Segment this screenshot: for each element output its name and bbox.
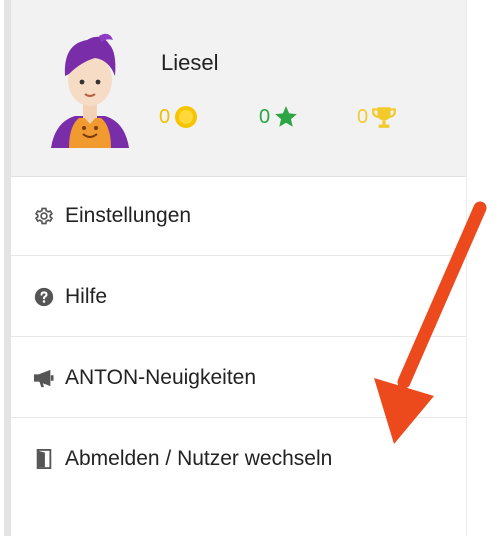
star-icon <box>275 106 297 127</box>
user-name: Liesel <box>161 50 219 75</box>
menu-item-logout[interactable]: Abmelden / Nutzer wechseln <box>11 419 466 499</box>
menu-item-news[interactable]: ANTON-Neuigkeiten <box>11 338 466 418</box>
menu-item-settings[interactable]: Einstellungen <box>11 176 466 256</box>
menu-item-label: ANTON-Neuigkeiten <box>65 365 257 389</box>
side-menu: Liesel 0 0 0 Einstellungen Hilfe ANTON-N… <box>11 0 466 536</box>
coins-count: 0 <box>159 105 171 128</box>
menu-item-label: Einstellungen <box>65 203 192 227</box>
menu-item-label: Abmelden / Nutzer wechseln <box>65 447 333 470</box>
avatar <box>51 33 129 148</box>
trophies-count: 0 <box>357 105 369 128</box>
menu-item-label: Hilfe <box>65 284 108 308</box>
profile-header[interactable]: Liesel 0 0 0 <box>11 0 466 177</box>
left-border <box>4 0 11 536</box>
help-icon <box>33 286 55 308</box>
megaphone-icon <box>33 367 55 389</box>
coin-icon <box>175 106 198 128</box>
coins-counter: 0 <box>159 102 199 132</box>
door-icon <box>33 448 55 470</box>
menu-item-help[interactable]: Hilfe <box>11 257 466 337</box>
gear-icon <box>33 205 55 227</box>
trophy-icon <box>372 107 397 128</box>
panel-right-border <box>466 0 467 536</box>
stars-count: 0 <box>259 105 271 128</box>
trophies-counter: 0 <box>357 102 397 132</box>
stars-counter: 0 <box>259 102 299 132</box>
